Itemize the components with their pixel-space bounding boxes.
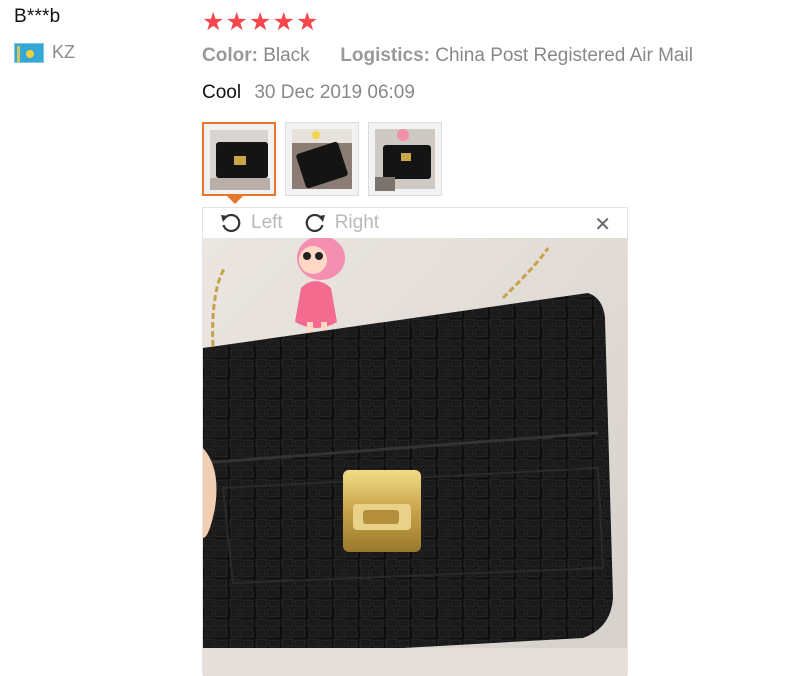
rotate-right-button[interactable]: Right — [303, 211, 379, 235]
logistics-value: China Post Registered Air Mail — [435, 45, 693, 66]
active-thumbnail-pointer — [227, 196, 243, 204]
star-icon: ★ — [202, 8, 225, 36]
star-icon: ★ — [249, 8, 272, 36]
thumbnail-1[interactable] — [202, 122, 276, 196]
photo-thumbnails — [202, 122, 442, 196]
review-date: 30 Dec 2019 06:09 — [254, 82, 415, 103]
viewer-toolbar: Left Right ✕ — [203, 208, 627, 238]
photo-viewer: Left Right ✕ — [202, 207, 628, 676]
kazakhstan-flag-icon — [14, 42, 44, 63]
rotate-right-label: Right — [334, 212, 380, 233]
color-label: Color: — [202, 45, 258, 66]
star-rating: ★ ★ ★ ★ ★ — [202, 8, 320, 36]
star-icon: ★ — [225, 8, 248, 36]
rotate-left-label: Left — [251, 212, 283, 233]
reviewer-name: B***b — [14, 6, 61, 27]
color-value: Black — [263, 45, 310, 66]
review-line: Cool 30 Dec 2019 06:09 — [202, 82, 415, 104]
reviewer-country: KZ — [14, 42, 184, 63]
close-icon[interactable]: ✕ — [594, 212, 611, 237]
thumbnail-2[interactable] — [285, 122, 359, 196]
rotate-right-icon — [305, 213, 325, 233]
thumbnail-3[interactable] — [368, 122, 442, 196]
order-attributes: Color: Black Logistics: China Post Regis… — [202, 45, 693, 67]
star-icon: ★ — [296, 8, 319, 36]
star-icon: ★ — [272, 8, 295, 36]
rotate-left-icon — [221, 213, 241, 233]
review-text: Cool — [202, 82, 242, 103]
country-code: KZ — [52, 42, 76, 62]
logistics-label: Logistics: — [340, 45, 430, 66]
review-photo — [203, 238, 627, 676]
reviewer-info: B***b KZ — [14, 6, 184, 63]
rotate-left-button[interactable]: Left — [219, 211, 283, 235]
